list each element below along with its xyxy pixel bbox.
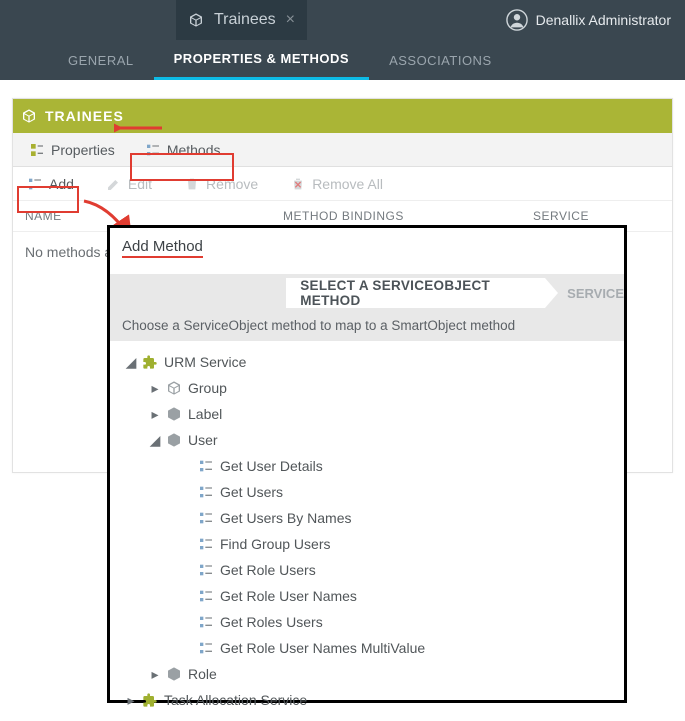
tree-node-urm-service[interactable]: ◢ URM Service bbox=[126, 349, 616, 375]
wizard-step-active[interactable]: SELECT A SERVICEOBJECT METHOD bbox=[286, 278, 545, 308]
col-service: SERVICE bbox=[533, 209, 660, 223]
close-icon[interactable]: × bbox=[286, 11, 295, 29]
method-icon bbox=[198, 510, 214, 526]
cube-icon bbox=[188, 12, 204, 28]
cube-icon bbox=[166, 380, 182, 396]
cube-icon bbox=[166, 432, 182, 448]
tab-methods[interactable]: Methods bbox=[135, 138, 231, 162]
tree-method[interactable]: Get Users bbox=[126, 479, 616, 505]
properties-icon bbox=[29, 142, 45, 158]
tree-method[interactable]: Get Role User Names bbox=[126, 583, 616, 609]
dialog-instruction: Choose a ServiceObject method to map to … bbox=[110, 312, 624, 341]
chevron-right-icon: ▸ bbox=[150, 409, 160, 419]
service-tree: ◢ URM Service ▸ Group ▸ Label ◢ User Get… bbox=[110, 341, 624, 721]
puzzle-icon bbox=[142, 354, 158, 370]
add-button[interactable]: Add bbox=[19, 173, 82, 195]
remove-all-button: Remove All bbox=[282, 173, 391, 195]
remove-button: Remove bbox=[176, 173, 266, 195]
trash-icon bbox=[184, 176, 200, 192]
col-bindings: METHOD BINDINGS bbox=[283, 209, 533, 223]
avatar-icon bbox=[506, 9, 528, 31]
tree-method[interactable]: Find Group Users bbox=[126, 531, 616, 557]
panel-header: TRAINEES bbox=[13, 99, 672, 133]
chevron-right-icon: ▸ bbox=[150, 669, 160, 679]
tree-method[interactable]: Get Roles Users bbox=[126, 609, 616, 635]
col-name: NAME bbox=[25, 209, 283, 223]
tree-method[interactable]: Get Users By Names bbox=[126, 505, 616, 531]
tree-method[interactable]: Get User Details bbox=[126, 453, 616, 479]
method-icon bbox=[198, 614, 214, 630]
subtab-properties-methods[interactable]: PROPERTIES & METHODS bbox=[154, 40, 369, 80]
tab-properties[interactable]: Properties bbox=[19, 138, 125, 162]
tree-method[interactable]: Get Role User Names MultiValue bbox=[126, 635, 616, 661]
toolbar-actions: Add Edit Remove Remove All bbox=[13, 167, 672, 201]
wizard-header: SELECT A SERVICEOBJECT METHOD SERVICE bbox=[110, 274, 624, 312]
user-area[interactable]: Denallix Administrator bbox=[492, 0, 685, 40]
method-icon bbox=[198, 588, 214, 604]
tree-node-label[interactable]: ▸ Label bbox=[126, 401, 616, 427]
tree-node-task-allocation[interactable]: ▸ Task Allocation Service bbox=[126, 687, 616, 713]
cube-icon bbox=[166, 666, 182, 682]
tree-node-user[interactable]: ◢ User bbox=[126, 427, 616, 453]
tab-trainees[interactable]: Trainees × bbox=[176, 0, 307, 40]
subtab-associations[interactable]: ASSOCIATIONS bbox=[369, 40, 512, 80]
panel-title: TRAINEES bbox=[45, 108, 124, 124]
edit-icon bbox=[106, 176, 122, 192]
trash-x-icon bbox=[290, 176, 306, 192]
tree-node-group[interactable]: ▸ Group bbox=[126, 375, 616, 401]
chevron-down-icon: ◢ bbox=[150, 435, 160, 445]
method-icon bbox=[198, 536, 214, 552]
dialog-title: Add Method bbox=[110, 228, 624, 264]
cube-icon bbox=[21, 108, 37, 124]
chevron-down-icon: ◢ bbox=[126, 357, 136, 367]
chevron-right-icon: ▸ bbox=[150, 383, 160, 393]
method-icon bbox=[198, 484, 214, 500]
chevron-right-icon: ▸ bbox=[126, 695, 136, 705]
add-method-dialog: Add Method SELECT A SERVICEOBJECT METHOD… bbox=[107, 225, 627, 703]
puzzle-icon bbox=[142, 692, 158, 708]
toolbar-tabs: Properties Methods bbox=[13, 133, 672, 167]
method-icon bbox=[198, 458, 214, 474]
subtab-bar: GENERAL PROPERTIES & METHODS ASSOCIATION… bbox=[0, 40, 685, 80]
cube-icon bbox=[166, 406, 182, 422]
empty-text: No methods a bbox=[25, 244, 112, 260]
edit-button: Edit bbox=[98, 173, 160, 195]
tab-label: Trainees bbox=[214, 11, 276, 29]
title-bar: Trainees × Denallix Administrator bbox=[0, 0, 685, 40]
add-icon bbox=[27, 176, 43, 192]
subtab-general[interactable]: GENERAL bbox=[48, 40, 154, 80]
tree-method[interactable]: Get Role Users bbox=[126, 557, 616, 583]
methods-icon bbox=[145, 142, 161, 158]
method-icon bbox=[198, 562, 214, 578]
user-name: Denallix Administrator bbox=[536, 12, 671, 28]
method-icon bbox=[198, 640, 214, 656]
tree-node-role[interactable]: ▸ Role bbox=[126, 661, 616, 687]
